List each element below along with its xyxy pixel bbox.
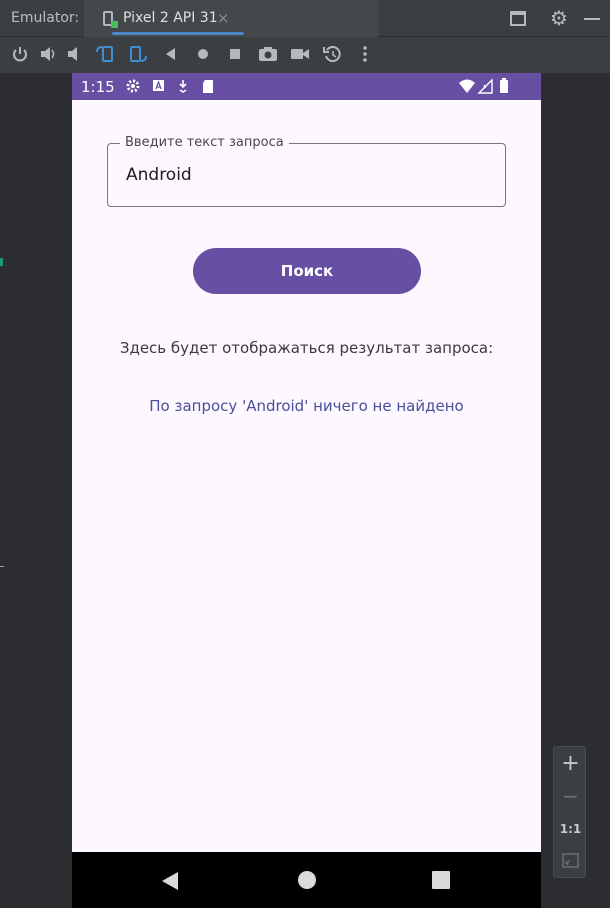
zoom-out-button[interactable]: − (554, 784, 587, 808)
power-icon[interactable] (10, 44, 30, 64)
tab-close-icon[interactable]: × (217, 9, 230, 27)
snapshot-icon[interactable] (322, 44, 344, 64)
phone-screen[interactable]: 1:15 Введите текст запроса Android Поиск… (72, 73, 541, 908)
overview-icon[interactable] (225, 44, 245, 64)
gear-icon[interactable]: ⚙ (550, 6, 568, 30)
camera-icon[interactable] (257, 44, 279, 64)
volume-down-icon[interactable] (65, 44, 85, 64)
home-icon[interactable] (193, 44, 213, 64)
sd-card-icon (203, 80, 213, 93)
device-running-indicator (111, 21, 118, 28)
more-icon[interactable] (355, 44, 375, 64)
search-input-value[interactable]: Android (126, 165, 192, 185)
back-icon[interactable] (161, 44, 181, 64)
zoom-in-button[interactable]: + (554, 751, 587, 776)
rotate-right-icon[interactable] (127, 44, 149, 64)
navigation-bar (72, 852, 541, 908)
battery-icon (500, 78, 508, 93)
text-notification-icon (153, 80, 164, 91)
status-time: 1:15 (81, 78, 115, 96)
search-button[interactable]: Поиск (193, 248, 421, 294)
zoom-controls: + − 1:1 (553, 746, 586, 878)
tab-active-indicator (112, 32, 244, 35)
minimize-icon[interactable] (584, 18, 600, 20)
volume-up-icon[interactable] (38, 44, 58, 64)
zoom-actual-size-button[interactable]: 1:1 (554, 822, 587, 836)
nav-home-icon[interactable] (298, 871, 316, 889)
tab-label[interactable]: Pixel 2 API 31 (123, 10, 218, 26)
emulator-label: Emulator: (11, 10, 80, 26)
settings-icon (126, 79, 140, 93)
video-icon[interactable] (289, 44, 311, 64)
search-input-label: Введите текст запроса (120, 135, 289, 150)
result-text: По запросу 'Android' ничего не найдено (149, 397, 464, 415)
search-input[interactable]: Введите текст запроса Android (107, 135, 506, 207)
rotate-left-icon[interactable] (94, 44, 116, 64)
fit-screen-icon[interactable] (562, 853, 579, 868)
gutter-marker (0, 258, 3, 266)
nav-recents-icon[interactable] (432, 871, 450, 889)
cellular-icon (477, 78, 493, 94)
result-caption: Здесь будет отображаться результат запро… (119, 339, 494, 357)
emulator-titlebar: Emulator: Pixel 2 API 31 × ⚙ (0, 0, 610, 37)
download-icon (179, 80, 187, 93)
gutter-marker (0, 566, 4, 567)
window-restore-icon[interactable] (510, 11, 526, 26)
wifi-icon (459, 79, 475, 93)
nav-back-icon[interactable] (162, 872, 178, 890)
status-bar: 1:15 (72, 73, 541, 100)
